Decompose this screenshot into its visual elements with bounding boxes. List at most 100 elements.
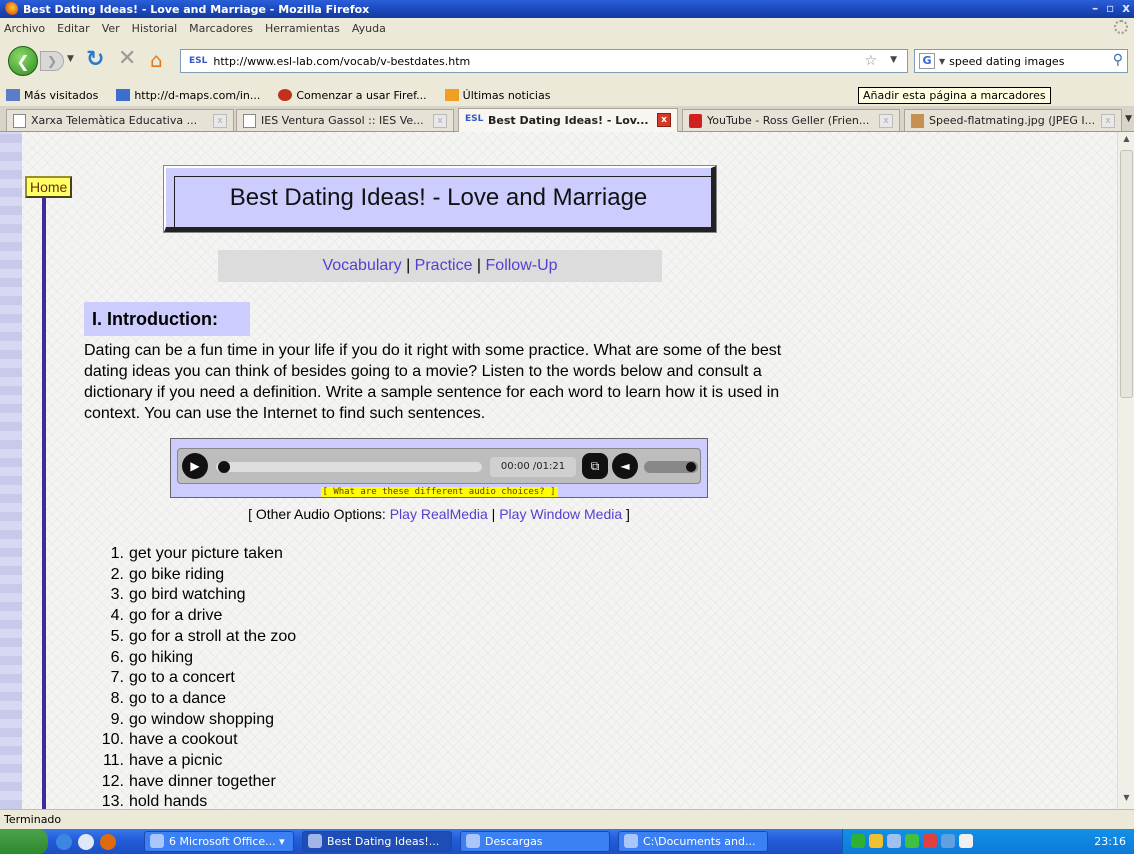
vocab-text: have a picnic [129,752,223,770]
taskbar-item-office[interactable]: 6 Microsoft Office... ▾ [144,831,294,852]
bookmark-firefox-start[interactable]: Comenzar a usar Firef... [278,89,427,102]
vocab-item: 9. go window shopping [98,710,296,731]
practice-link[interactable]: Practice [415,257,473,274]
bookmark-latest-news[interactable]: Últimas noticias [444,89,550,102]
maximize-button[interactable]: ▫ [1106,1,1114,15]
stop-icon[interactable]: ✕ [118,46,136,71]
page-title-box: Best Dating Ideas! - Love and Marriage [163,165,717,233]
page-title: Best Dating Ideas! - Love and Marriage [229,184,648,211]
vocab-text: hold hands [129,793,208,809]
window-title: Best Dating Ideas! - Love and Marriage -… [23,2,370,16]
home-link[interactable]: Home [25,176,73,198]
minimize-button[interactable]: – [1092,1,1098,15]
vocabulary-link[interactable]: Vocabulary [322,257,401,274]
audio-options: [ Other Audio Options: Play RealMedia | … [170,506,708,522]
close-tab-icon[interactable]: x [879,114,893,128]
volume-slider[interactable] [644,461,698,473]
history-dropdown-icon[interactable]: ▼ [67,54,74,64]
menu-herramientas[interactable]: Herramientas [265,22,340,35]
speaker-icon[interactable] [869,834,883,848]
close-tab-icon[interactable]: x [1101,114,1115,128]
taskbar-item-firefox[interactable]: Best Dating Ideas!... [302,831,452,852]
menu-bar: Archivo Editar Ver Historial Marcadores … [0,18,1134,38]
menu-ayuda[interactable]: Ayuda [352,22,386,35]
ie-icon[interactable] [56,833,72,850]
tab-youtube[interactable]: YouTube - Ross Geller (Frien... x [682,109,900,131]
follow-up-link[interactable]: Follow-Up [486,257,558,274]
section-nav: Vocabulary | Practice | Follow-Up [218,250,662,282]
back-button[interactable]: ❮ [8,46,38,76]
usb-icon[interactable] [959,834,973,848]
search-input[interactable]: speed dating images [949,55,1064,68]
scrollbar-thumb[interactable] [1120,150,1133,398]
vocab-number: 2. [110,565,124,583]
menu-historial[interactable]: Historial [132,22,177,35]
site-identity-icon[interactable]: ESL [189,56,207,66]
vertical-scrollbar[interactable]: ▲ ▼ [1117,132,1134,809]
home-icon[interactable]: ⌂ [150,48,163,72]
start-button[interactable] [0,829,48,854]
play-windows-media-link[interactable]: Play Window Media [499,506,622,522]
bookmark-most-visited[interactable]: Más visitados [6,89,98,102]
menu-archivo[interactable]: Archivo [4,22,45,35]
audio-progress-knob[interactable] [218,461,230,473]
play-realmedia-link[interactable]: Play RealMedia [390,506,488,522]
tab-speed-flatmating[interactable]: Speed-flatmating.jpg (JPEG I... x [904,109,1122,131]
map-icon [116,89,131,101]
volume-knob[interactable] [686,462,696,472]
rss-icon [444,89,459,101]
messenger-icon[interactable] [887,834,901,848]
display-icon[interactable] [941,834,955,848]
bookmark-star-icon[interactable]: ☆ [864,53,877,69]
firefox-icon [4,2,18,16]
tab-xarxa[interactable]: Xarxa Telemàtica Educativa ... x [6,109,234,131]
nav-separator: | [472,257,486,274]
scroll-down-icon[interactable]: ▼ [1120,793,1133,807]
tab-list-dropdown-icon[interactable]: ▼ [1125,114,1132,124]
taskbar-item-documents[interactable]: C:\Documents and... [618,831,768,852]
address-bar[interactable]: ESL http://www.esl-lab.com/vocab/v-bestd… [180,49,908,73]
firefox-icon [278,89,293,101]
network-icon[interactable] [851,834,865,848]
tab-ies-ventura[interactable]: IES Ventura Gassol :: IES Ve... x [236,109,454,131]
play-icon[interactable]: ▶ [182,453,208,479]
url-text[interactable]: http://www.esl-lab.com/vocab/v-bestdates… [213,55,470,68]
scroll-up-icon[interactable]: ▲ [1120,134,1133,148]
tab-label: Best Dating Ideas! - Lov... [488,114,649,127]
antivirus-icon[interactable] [905,834,919,848]
taskbar-item-downloads[interactable]: Descargas [460,831,610,852]
firefox-icon[interactable] [100,833,116,850]
search-bar[interactable]: G ▼ speed dating images ⚲ [914,49,1128,73]
image-icon [911,113,924,128]
status-bar: Terminado [0,809,1134,829]
reload-icon[interactable]: ↻ [86,47,104,72]
close-tab-icon[interactable]: x [433,114,447,128]
vocab-text: go for a stroll at the zoo [129,627,297,645]
vocab-number: 13. [101,793,124,809]
close-window-button[interactable]: x [1122,1,1130,15]
menu-ver[interactable]: Ver [102,22,120,35]
desktop-icon[interactable] [78,833,94,850]
vocab-number: 10. [101,731,124,749]
window-title-bar[interactable]: Best Dating Ideas! - Love and Marriage -… [0,0,1134,18]
audio-choices-help-link[interactable]: [ What are these different audio choices… [320,487,558,497]
search-engine-dropdown-icon[interactable]: ▼ [939,57,945,66]
vocab-text: have a cookout [129,731,238,749]
forward-button[interactable]: ❯ [40,51,64,71]
close-tab-icon[interactable]: x [657,113,671,127]
most-visited-icon [6,89,20,101]
bookmark-d-maps[interactable]: http://d-maps.com/in... [116,89,260,102]
audio-progress-bar[interactable] [216,462,482,472]
menu-editar[interactable]: Editar [57,22,90,35]
audio-time: 00:00 /01:21 [490,457,576,477]
popout-icon[interactable]: ⧉ [582,453,608,479]
update-icon[interactable] [923,834,937,848]
volume-icon[interactable]: ◄ [612,453,638,479]
google-search-engine-icon[interactable]: G [919,53,935,69]
search-icon[interactable]: ⚲ [1113,52,1123,68]
close-tab-icon[interactable]: x [213,114,227,128]
tab-best-dating[interactable]: ESL Best Dating Ideas! - Lov... x [458,108,678,132]
vocab-item: 10. have a cookout [98,730,296,751]
url-dropdown-icon[interactable]: ▼ [890,55,897,65]
menu-marcadores[interactable]: Marcadores [189,22,253,35]
